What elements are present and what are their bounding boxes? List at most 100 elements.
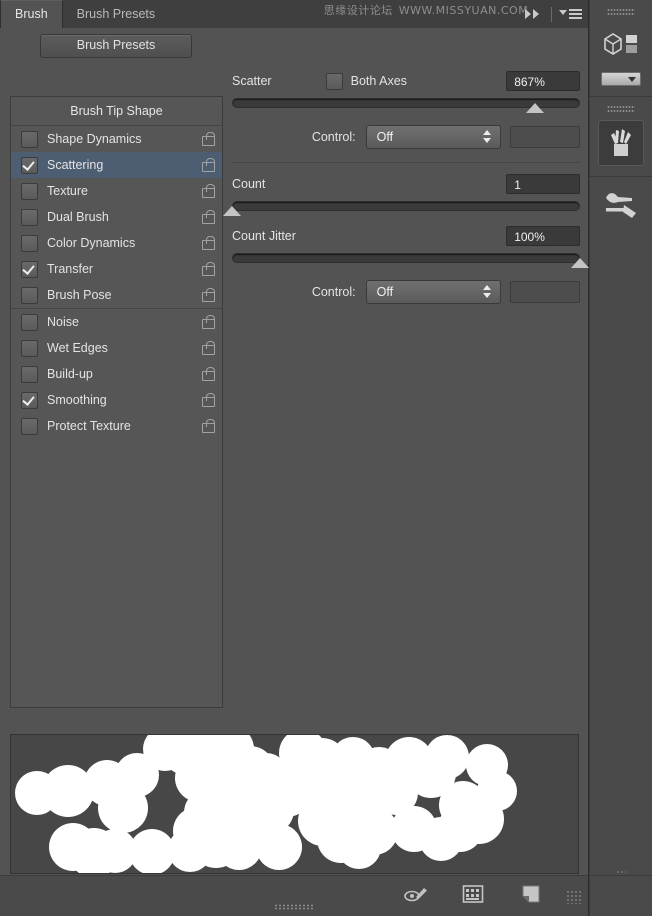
unlocked-padlock-icon[interactable] [202, 210, 215, 224]
3d-panel-icon[interactable] [599, 23, 643, 67]
both-axes-checkbox[interactable] [325, 72, 343, 90]
brush-option-checkbox[interactable] [21, 286, 38, 304]
unlocked-padlock-icon[interactable] [202, 288, 215, 302]
unlocked-padlock-icon[interactable] [202, 132, 215, 146]
count-value-field[interactable]: 1 [506, 174, 581, 194]
preview-dot [244, 753, 288, 797]
count-jitter-header: Count Jitter 100% [232, 223, 581, 249]
dock-bottom-bar [590, 875, 652, 916]
brush-option-checkbox[interactable] [21, 365, 38, 383]
brush-option-checkbox[interactable] [21, 391, 38, 409]
scatter-value-field[interactable]: 867% [506, 71, 581, 91]
brush-option-row-color-dynamics[interactable]: Color Dynamics [11, 230, 222, 256]
unlocked-padlock-icon[interactable] [202, 393, 215, 407]
scatter-block: Scatter Both Axes 867% Control: Off [232, 68, 581, 163]
brush-options-rows: Shape Dynamics Scattering Texture Dual Brus… [11, 126, 222, 439]
brush-option-row-wet-edges[interactable]: Wet Edges [11, 335, 222, 361]
scatter-control-value: Off [376, 130, 394, 144]
brush-option-checkbox[interactable] [21, 130, 38, 148]
unlocked-padlock-icon[interactable] [202, 367, 215, 381]
brush-tool-icon[interactable] [599, 183, 643, 227]
scatter-header: Scatter Both Axes 867% [232, 68, 581, 94]
count-jitter-control-dropdown[interactable]: Off [365, 280, 501, 304]
count-jitter-control-aux-field[interactable] [509, 281, 581, 303]
count-jitter-block: Count Jitter 100% Control: Off [232, 223, 590, 309]
brush-option-checkbox[interactable] [21, 182, 38, 200]
count-header: Count 1 [232, 171, 581, 197]
unlocked-padlock-icon[interactable] [202, 158, 215, 172]
brush-option-row-protect-texture[interactable]: Protect Texture [11, 413, 222, 439]
brush-option-label: Scattering [47, 158, 104, 172]
unlocked-padlock-icon[interactable] [202, 419, 215, 433]
both-axes-control[interactable]: Both Axes [325, 72, 407, 90]
brush-option-row-noise[interactable]: Noise [11, 309, 222, 335]
preview-dot [425, 735, 469, 779]
toolbar-divider [551, 6, 553, 22]
dock-swatch-dropdown[interactable] [601, 72, 642, 86]
count-slider-handle[interactable] [223, 206, 241, 216]
count-jitter-control-row: Control: Off [232, 273, 581, 307]
brush-option-label: Protect Texture [47, 419, 131, 433]
brush-option-label: Texture [47, 184, 88, 198]
unlocked-padlock-icon[interactable] [202, 341, 215, 355]
panel-footer-toolbar [0, 875, 589, 916]
brush-option-row-build-up[interactable]: Build-up [11, 361, 222, 387]
brush-option-checkbox[interactable] [21, 339, 38, 357]
unlocked-padlock-icon[interactable] [202, 262, 215, 276]
dock-grip[interactable] [607, 105, 636, 112]
brush-option-label: Dual Brush [47, 210, 109, 224]
brush-presets-button[interactable]: Brush Presets [40, 34, 192, 58]
scatter-control-dropdown[interactable]: Off [365, 125, 501, 149]
scatter-slider[interactable] [232, 96, 581, 114]
resize-grip[interactable] [566, 890, 583, 904]
count-jitter-label: Count Jitter [232, 229, 296, 243]
scatter-control-aux-field[interactable] [509, 126, 581, 148]
preview-dot [466, 744, 508, 786]
chevron-down-icon [559, 10, 568, 15]
unlocked-padlock-icon[interactable] [202, 315, 215, 329]
both-axes-label: Both Axes [350, 74, 407, 88]
brush-option-checkbox[interactable] [21, 208, 38, 226]
dock-section-brush-tool [590, 177, 652, 237]
new-brush-preset-icon[interactable] [520, 884, 546, 906]
scatter-slider-handle[interactable] [525, 103, 544, 113]
brush-option-row-scattering[interactable]: Scattering [11, 152, 222, 178]
tab-brush-presets-label: Brush Presets [76, 7, 156, 21]
brush-options-list: Brush Tip Shape Shape Dynamics Scattering… [10, 96, 223, 708]
brush-option-row-dual-brush[interactable]: Dual Brush [11, 204, 222, 230]
brush-holder-icon[interactable] [598, 120, 645, 166]
brush-tip-shape-header[interactable]: Brush Tip Shape [11, 97, 222, 126]
brush-option-row-shape-dynamics[interactable]: Shape Dynamics [11, 126, 222, 152]
brush-option-row-smoothing[interactable]: Smoothing [11, 387, 222, 413]
count-jitter-value-field[interactable]: 100% [506, 226, 581, 246]
count-jitter-slider[interactable] [232, 251, 590, 269]
tab-brush[interactable]: Brush [0, 0, 63, 28]
brush-option-row-transfer[interactable]: Transfer [11, 256, 222, 282]
brush-option-checkbox[interactable] [21, 260, 38, 278]
brush-option-label: Shape Dynamics [47, 132, 142, 146]
panel-menu-icon[interactable] [558, 6, 584, 22]
preview-dot [15, 771, 59, 815]
scatter-control-label: Control: [311, 130, 356, 144]
brush-option-label: Build-up [47, 367, 93, 381]
brush-option-checkbox[interactable] [21, 417, 38, 435]
dock-grip[interactable] [607, 8, 636, 15]
double-chevron-right-icon[interactable] [523, 6, 545, 22]
count-slider-track [232, 201, 581, 211]
brush-option-checkbox[interactable] [21, 313, 38, 331]
hamburger-icon [569, 9, 583, 21]
brush-option-row-texture[interactable]: Texture [11, 178, 222, 204]
toggle-brush-preview-icon[interactable] [404, 884, 430, 906]
brush-preset-panel-icon[interactable] [462, 884, 488, 906]
brush-option-checkbox[interactable] [21, 156, 38, 174]
unlocked-padlock-icon[interactable] [202, 236, 215, 250]
brush-panel-window: Brush Brush Presets 思缘设计论坛 WWW.MISSYUAN.C… [0, 0, 652, 916]
unlocked-padlock-icon[interactable] [202, 184, 215, 198]
tab-brush-presets[interactable]: Brush Presets [62, 1, 170, 28]
panel-drag-grip[interactable] [274, 904, 315, 910]
brush-option-row-brush-pose[interactable]: Brush Pose [11, 282, 222, 309]
count-jitter-slider-handle[interactable] [571, 258, 590, 268]
count-slider[interactable] [223, 199, 581, 217]
panel-content: Brush Presets Brush Tip Shape Shape Dyna… [0, 28, 590, 916]
brush-option-checkbox[interactable] [21, 234, 38, 252]
